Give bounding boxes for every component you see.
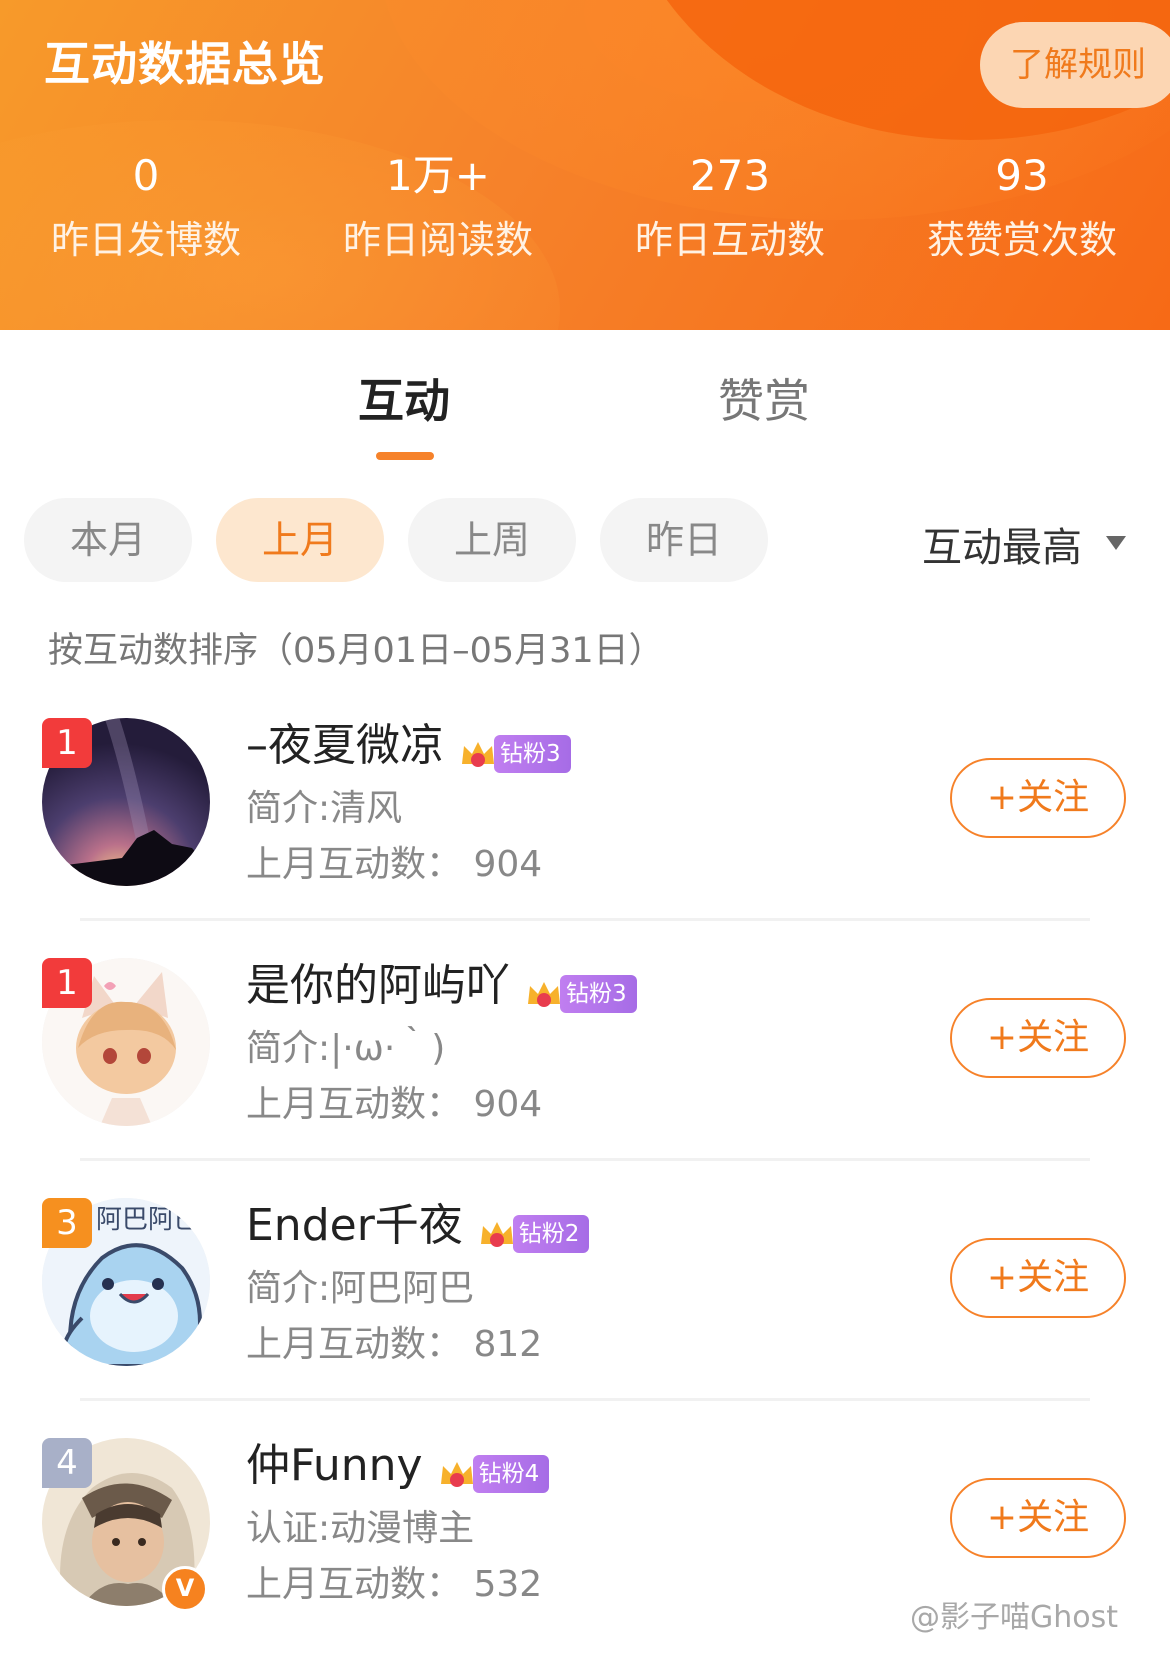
fan-name-text[interactable]: 是你的阿屿吖 xyxy=(246,960,510,1011)
fan-name[interactable]: 仲Funny 钻粉4 xyxy=(246,1438,550,1494)
list-item[interactable]: V 4 仲Funny 钻粉4 认证:动漫博主 上月互动数： 532 +关注 xyxy=(0,1438,1170,1678)
fan-name[interactable]: Ender千夜 钻粉2 xyxy=(246,1198,590,1254)
rank-badge: 4 xyxy=(42,1438,92,1488)
fan-name-text[interactable]: Ender千夜 xyxy=(246,1200,463,1251)
fan-name-text[interactable]: 仲Funny xyxy=(246,1440,423,1491)
stat-posts-yesterday: 0 昨日发博数 xyxy=(0,150,292,266)
filter-last-month[interactable]: 上月 xyxy=(216,498,384,582)
sort-description: 按互动数排序（05月01日–05月31日） xyxy=(48,631,664,671)
fan-name[interactable]: –夜夏微凉 钻粉3 xyxy=(246,718,571,774)
sort-dropdown[interactable]: 互动最高 xyxy=(922,515,1082,573)
fan-intro: 简介:|·ω·｀) xyxy=(246,1028,446,1069)
crown-icon xyxy=(528,982,560,1007)
divider xyxy=(80,1158,1090,1161)
stat-label: 昨日阅读数 xyxy=(342,218,533,262)
fan-interaction-count: 上月互动数： 532 xyxy=(246,1564,543,1605)
watermark: @影子喵Ghost xyxy=(910,1600,1119,1635)
filter-this-month[interactable]: 本月 xyxy=(24,498,192,582)
stats-header: 互动数据总览 了解规则 0 昨日发博数 1万+ 昨日阅读数 273 昨日互动数 … xyxy=(0,0,1170,330)
stat-value: 273 xyxy=(689,151,771,200)
crown-icon xyxy=(440,1462,473,1487)
filter-last-week[interactable]: 上周 xyxy=(408,498,576,582)
stat-label: 获赞赏次数 xyxy=(926,218,1117,262)
learn-rules-button[interactable]: 了解规则 xyxy=(980,22,1170,108)
fan-interaction-count: 上月互动数： 904 xyxy=(246,1084,543,1125)
stat-label: 昨日发博数 xyxy=(50,218,241,262)
active-tab-indicator xyxy=(376,452,434,460)
stat-rewards: 93 获赞赏次数 xyxy=(876,150,1168,266)
stat-label: 昨日互动数 xyxy=(634,218,825,262)
stat-reads-yesterday: 1万+ 昨日阅读数 xyxy=(292,150,584,266)
list-item[interactable]: 1 –夜夏微凉 钻粉3 简介:清风 上月互动数： 904 +关注 xyxy=(0,718,1170,958)
fan-interaction-count: 上月互动数： 904 xyxy=(246,844,543,885)
fan-interaction-count: 上月互动数： 812 xyxy=(246,1324,543,1365)
verified-badge-icon: V xyxy=(162,1566,208,1612)
stat-value: 0 xyxy=(132,151,160,200)
follow-button[interactable]: +关注 xyxy=(950,1478,1126,1558)
stat-interactions-yesterday: 273 昨日互动数 xyxy=(584,150,876,266)
fan-name[interactable]: 是你的阿屿吖 钻粉3 xyxy=(246,958,637,1014)
stat-value: 1万+ xyxy=(386,151,490,200)
list-item[interactable]: 1 是你的阿屿吖 钻粉3 简介:|·ω·｀) 上月互动数： 904 +关注 xyxy=(0,958,1170,1198)
avatar-text: 阿巴阿巴 xyxy=(96,1205,200,1235)
divider xyxy=(80,918,1090,921)
follow-button[interactable]: +关注 xyxy=(950,1238,1126,1318)
fan-intro: 简介:清风 xyxy=(246,788,403,829)
page-title: 互动数据总览 xyxy=(44,37,326,91)
crown-icon xyxy=(480,1222,513,1247)
stat-value: 93 xyxy=(995,151,1049,200)
follow-button[interactable]: +关注 xyxy=(950,758,1126,838)
divider xyxy=(80,1398,1090,1401)
fan-name-text[interactable]: –夜夏微凉 xyxy=(246,720,444,771)
caret-down-icon[interactable] xyxy=(1106,536,1126,550)
fan-intro: 认证:动漫博主 xyxy=(246,1508,475,1549)
fan-level-badge: 钻粉2 xyxy=(477,1204,590,1253)
tab-interaction[interactable]: 互动 xyxy=(358,365,450,431)
fan-level-badge: 钻粉3 xyxy=(458,724,571,773)
crown-icon xyxy=(462,742,494,767)
rank-badge: 1 xyxy=(42,718,92,768)
rank-badge: 3 xyxy=(42,1198,92,1248)
tab-rewards[interactable]: 赞赏 xyxy=(718,365,810,431)
rank-badge: 1 xyxy=(42,958,92,1008)
filter-yesterday[interactable]: 昨日 xyxy=(600,498,768,582)
follow-button[interactable]: +关注 xyxy=(950,998,1126,1078)
fan-intro: 简介:阿巴阿巴 xyxy=(246,1268,475,1309)
list-item[interactable]: 阿巴阿巴 3 Ender千夜 钻粉2 简介:阿巴阿巴 上月互动数： 812 +关注 xyxy=(0,1198,1170,1438)
fan-level-badge: 钻粉4 xyxy=(437,1444,550,1493)
fan-level-badge: 钻粉3 xyxy=(524,964,637,1013)
